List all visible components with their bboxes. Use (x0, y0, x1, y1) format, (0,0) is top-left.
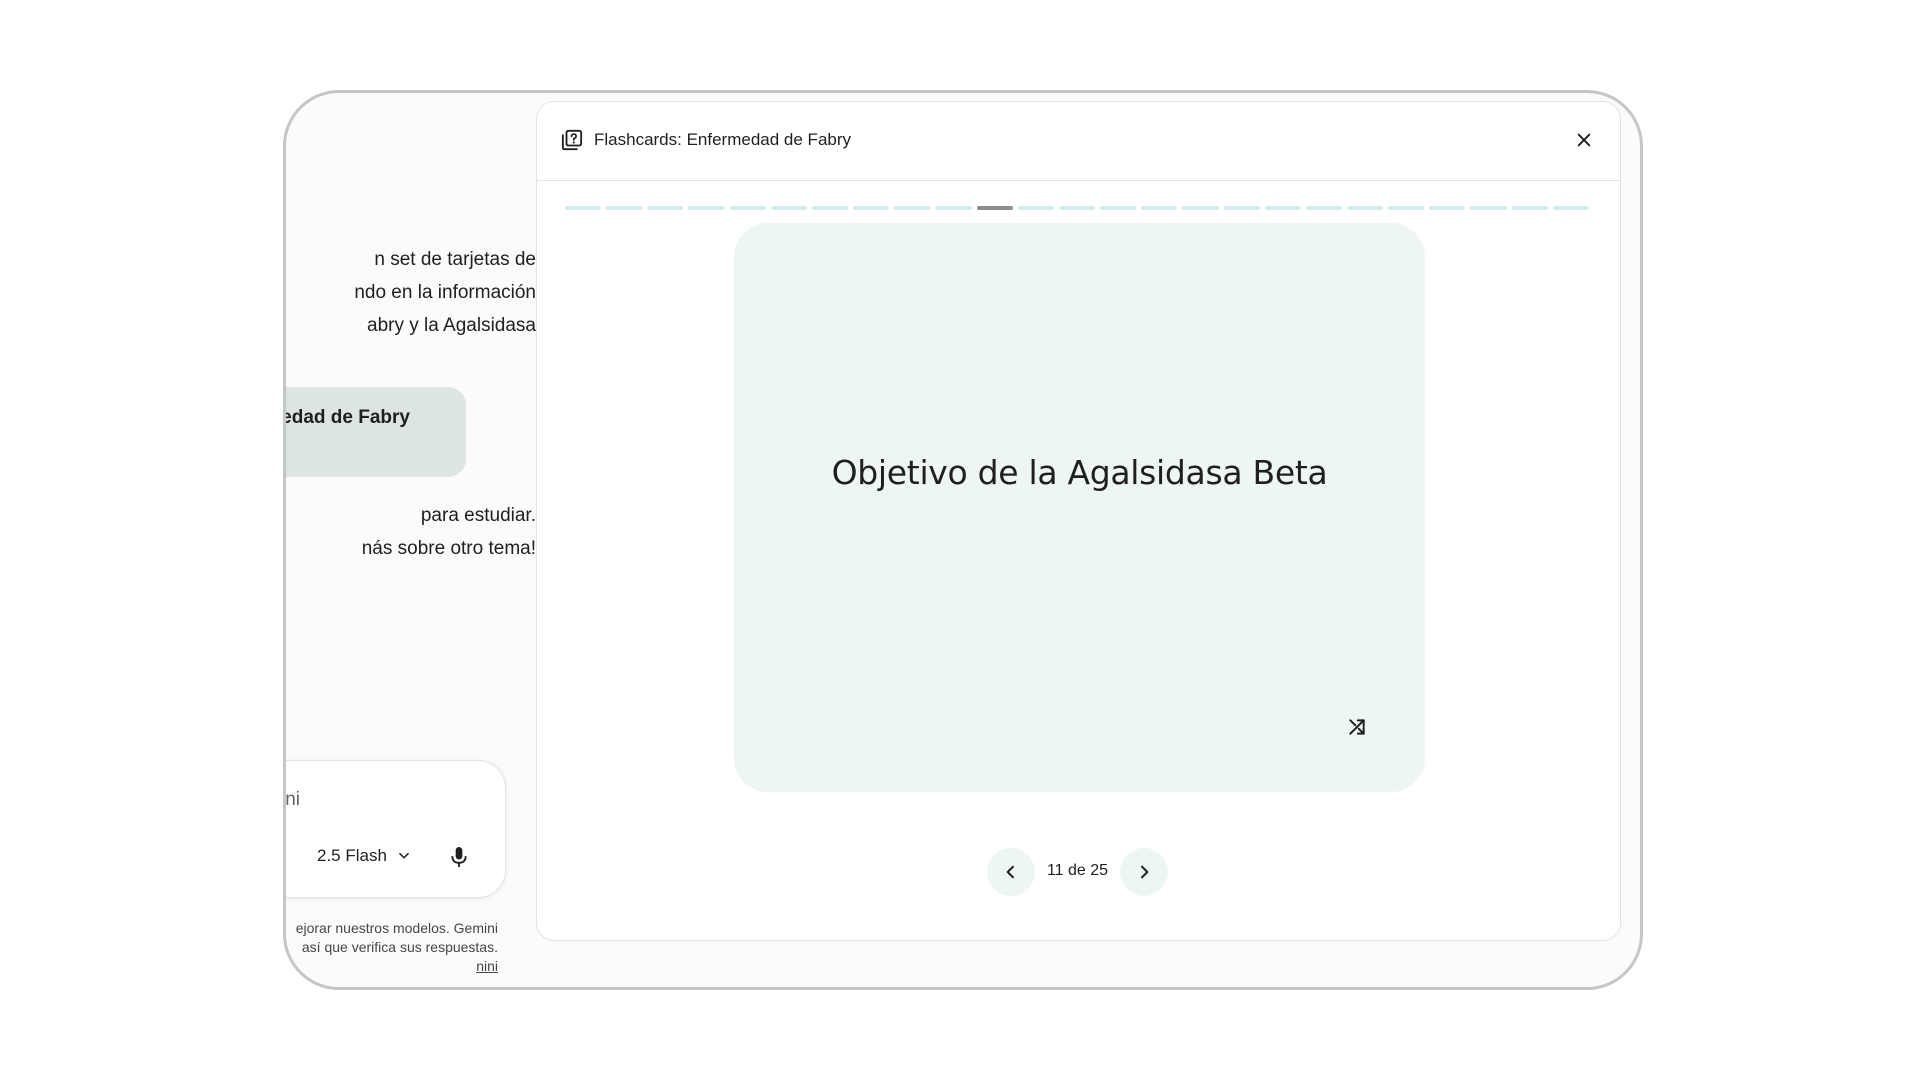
chevron-down-icon (399, 852, 409, 859)
shuffle-button[interactable] (1341, 711, 1373, 743)
progress-segment (770, 206, 807, 210)
progress-segment (894, 206, 931, 210)
progress-segment (1552, 206, 1589, 210)
flashcards-icon (561, 129, 583, 151)
chat-followup-line: para estudiar. (420, 505, 536, 526)
chat-followup-line: nás sobre otro tema! (361, 538, 536, 559)
chat-message: n set de tarjetas de ndo en la informaci… (286, 243, 536, 342)
progress-segment (606, 206, 643, 210)
progress-segment (688, 206, 725, 210)
previous-card-button[interactable] (987, 848, 1035, 896)
microphone-icon[interactable] (449, 845, 469, 869)
model-selector-label: 2.5 Flash (317, 846, 387, 865)
flashcards-panel: Flashcards: Enfermedad de Fabry Objetivo… (536, 101, 1621, 941)
device-frame: n set de tarjetas de ndo en la informaci… (283, 90, 1643, 990)
card-counter: 11 de 25 (1046, 862, 1109, 879)
progress-segment (1017, 206, 1054, 210)
progress-segment (1305, 206, 1342, 210)
prompt-input-box[interactable]: mini 2.5 Flash (286, 760, 506, 898)
progress-segment (1100, 206, 1137, 210)
panel-title: Flashcards: Enfermedad de Fabry (594, 130, 852, 149)
flashcards-chip[interactable]: edad de Fabry (286, 387, 466, 477)
progress-segment (565, 206, 602, 210)
card-navigation: 11 de 25 (987, 848, 1168, 896)
progress-segment (1223, 206, 1260, 210)
close-icon (1577, 133, 1591, 147)
disclaimer: ejorar nuestros modelos. Gemini así que … (286, 919, 498, 976)
flashcard-text: Objetivo de la Agalsidasa Beta (831, 453, 1328, 492)
progress-segment (1264, 206, 1301, 210)
progress-segment (853, 206, 890, 210)
close-button[interactable] (1568, 124, 1600, 156)
progress-segment (647, 206, 684, 210)
disclaimer-link[interactable]: nini (286, 957, 498, 976)
chat-message-line: n set de tarjetas de (374, 249, 536, 270)
progress-segment (1470, 206, 1507, 210)
chevron-left-icon (1006, 865, 1014, 879)
progress-segment (811, 206, 849, 210)
chat-followup: para estudiar. nás sobre otro tema! (286, 499, 536, 565)
progress-segment (1058, 206, 1096, 210)
progress-segment (1141, 206, 1178, 210)
chat-message-line: ndo en la información (354, 282, 536, 303)
disclaimer-line: ejorar nuestros modelos. Gemini (295, 920, 498, 936)
progress-segment (1429, 206, 1466, 210)
disclaimer-line: así que verifica sus respuestas. (301, 939, 498, 955)
flashcard[interactable]: Objetivo de la Agalsidasa Beta (734, 223, 1425, 792)
panel-header: Flashcards: Enfermedad de Fabry (537, 102, 1620, 181)
model-selector[interactable]: 2.5 Flash (317, 846, 411, 866)
progress-segment (729, 206, 766, 210)
progress-segment (935, 206, 972, 210)
next-card-button[interactable] (1120, 848, 1168, 896)
progress-segment-current (976, 206, 1013, 210)
prompt-input-placeholder[interactable]: mini (286, 789, 300, 811)
chat-message-line: abry y la Agalsidasa (367, 315, 536, 336)
progress-segment (1388, 206, 1425, 210)
flashcards-chip-label: edad de Fabry (286, 407, 410, 428)
chat-pane: n set de tarjetas de ndo en la informaci… (286, 93, 536, 987)
progress-segment (1346, 206, 1384, 210)
shuffle-icon (1349, 719, 1365, 735)
progress-segment (1511, 206, 1548, 210)
chevron-right-icon (1141, 865, 1149, 879)
progress-segment (1182, 206, 1219, 210)
card-progress-bar (565, 206, 1589, 210)
